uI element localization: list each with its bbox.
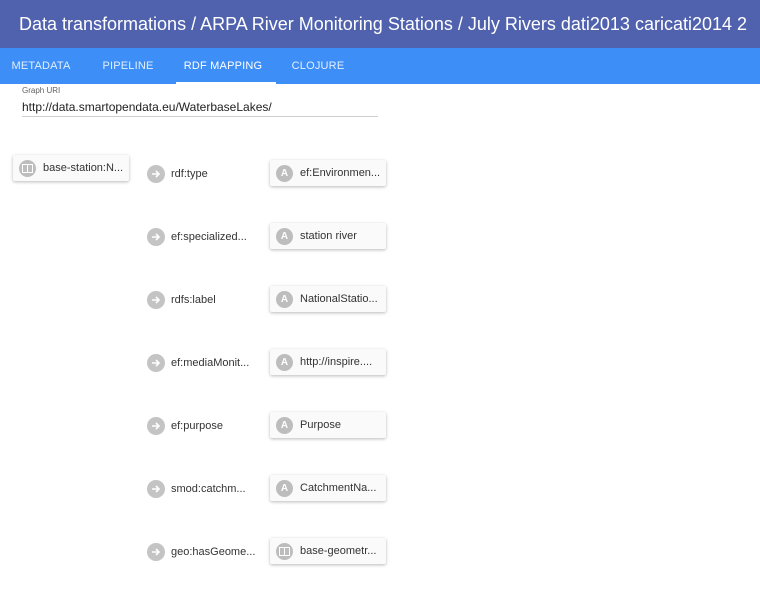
active-tab-indicator xyxy=(176,82,276,84)
arrow-right-icon xyxy=(147,480,165,498)
predicate-rdf-type[interactable]: rdf:type xyxy=(147,163,208,185)
object-label: CatchmentNa... xyxy=(300,482,377,494)
predicate-ef-media-monitored[interactable]: ef:mediaMonit... xyxy=(147,352,249,374)
arrow-right-icon xyxy=(147,165,165,183)
arrow-right-icon xyxy=(147,354,165,372)
predicate-label: ef:purpose xyxy=(171,420,223,432)
literal-icon: A xyxy=(276,290,293,308)
graph-uri-label: Graph URI xyxy=(22,86,61,95)
predicate-label: ef:specialized... xyxy=(171,231,247,243)
graph-uri-input[interactable] xyxy=(22,98,378,117)
column-icon xyxy=(19,159,36,177)
object-chip[interactable]: A http://inspire.... xyxy=(270,349,386,375)
literal-icon: A xyxy=(276,164,293,182)
tab-pipeline[interactable]: PIPELINE xyxy=(92,48,164,84)
predicate-ef-specialized[interactable]: ef:specialized... xyxy=(147,226,247,248)
predicate-label: ef:mediaMonit... xyxy=(171,357,250,369)
tab-clojure[interactable]: CLOJURE xyxy=(286,48,350,84)
page-title-bar: Data transformations / ARPA River Monito… xyxy=(0,0,760,48)
predicate-label: geo:hasGeome... xyxy=(171,546,256,558)
object-label: station river xyxy=(300,230,357,242)
column-icon xyxy=(276,542,293,560)
tab-metadata[interactable]: METADATA xyxy=(0,48,82,84)
predicate-rdfs-label[interactable]: rdfs:label xyxy=(147,289,216,311)
arrow-right-icon xyxy=(147,228,165,246)
predicate-label: rdf:type xyxy=(171,168,208,180)
arrow-right-icon xyxy=(147,543,165,561)
object-label: ef:Environmen... xyxy=(300,167,381,179)
object-chip[interactable]: A CatchmentNa... xyxy=(270,475,386,501)
predicate-label: smod:catchm... xyxy=(171,483,246,495)
arrow-right-icon xyxy=(147,417,165,435)
literal-icon: A xyxy=(276,416,293,434)
literal-icon: A xyxy=(276,353,293,371)
literal-icon: A xyxy=(276,227,293,245)
subject-label: base-station:N... xyxy=(43,162,124,174)
object-chip[interactable]: A NationalStatio... xyxy=(270,286,386,312)
predicate-ef-purpose[interactable]: ef:purpose xyxy=(147,415,223,437)
tab-rdf-mapping[interactable]: RDF MAPPING xyxy=(176,48,270,84)
page-title: Data transformations / ARPA River Monito… xyxy=(19,13,748,34)
object-label: NationalStatio... xyxy=(300,293,378,305)
arrow-right-icon xyxy=(147,291,165,309)
tab-bar: METADATA PIPELINE RDF MAPPING CLOJURE xyxy=(0,48,760,84)
object-label: Purpose xyxy=(300,419,341,431)
subject-chip[interactable]: base-station:N... xyxy=(13,155,129,181)
predicate-geo-has-geometry[interactable]: geo:hasGeome... xyxy=(147,541,255,563)
object-label: base-geometr... xyxy=(300,545,377,557)
object-chip[interactable]: A station river xyxy=(270,223,386,249)
object-label: http://inspire.... xyxy=(300,356,373,368)
object-chip[interactable]: A ef:Environmen... xyxy=(270,160,386,186)
object-chip[interactable]: base-geometr... xyxy=(270,538,386,564)
predicate-smod-catchment[interactable]: smod:catchm... xyxy=(147,478,246,500)
literal-icon: A xyxy=(276,479,293,497)
object-chip[interactable]: A Purpose xyxy=(270,412,386,438)
predicate-label: rdfs:label xyxy=(171,294,216,306)
